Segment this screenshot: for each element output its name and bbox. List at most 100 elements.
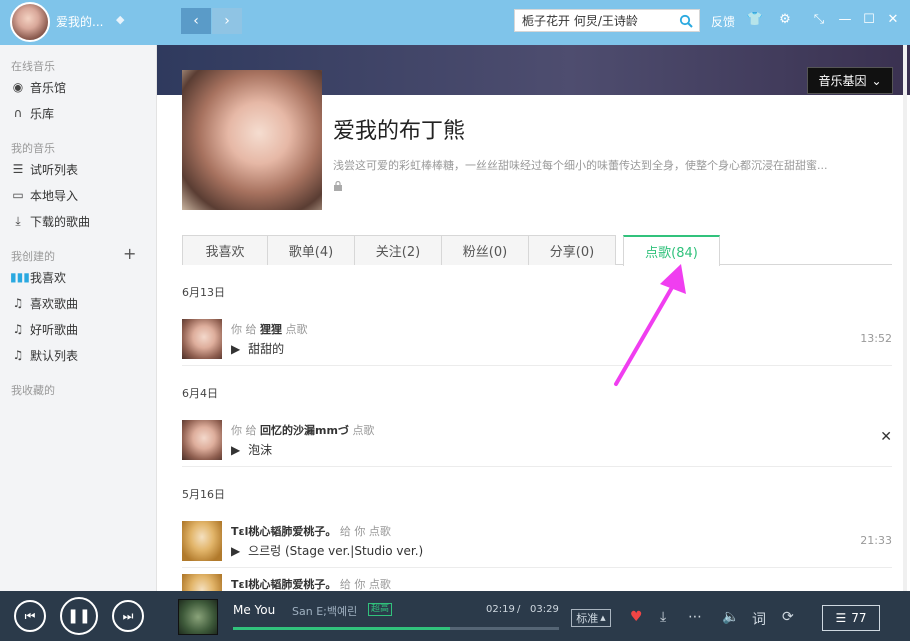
sidebar-item-label: 音乐馆 <box>30 80 67 95</box>
avatar[interactable] <box>182 574 222 591</box>
caret-up-icon: ▲ <box>600 614 606 622</box>
diamond-icon[interactable]: ◆ <box>116 14 128 26</box>
request-sender: 你 <box>231 424 242 437</box>
download-icon[interactable]: ⤓ <box>660 609 666 625</box>
request-recipient[interactable]: 狸狸 <box>260 323 282 336</box>
next-icon: ⏭ <box>122 608 134 623</box>
song-name[interactable]: 으르렁 (Stage ver.|Studio ver.) <box>248 544 423 558</box>
sidebar-item-default-list[interactable]: ♫ 默认列表 <box>10 345 78 365</box>
tab-playlists[interactable]: 歌单(4) <box>267 235 355 265</box>
list-item[interactable]: Tεl桃心韬肺爱桃子。 给 你 点歌 ▶ 으르렁 (Stage ver.|Stu… <box>182 516 892 568</box>
user-avatar[interactable] <box>10 2 50 42</box>
forward-button[interactable]: › <box>212 8 242 34</box>
pause-button[interactable]: ❚❚ <box>60 597 98 635</box>
now-playing-artist[interactable]: San E;백예린 <box>292 603 357 619</box>
quality-select-label: 标准 <box>576 612 599 625</box>
progress-bar[interactable] <box>233 627 559 630</box>
playlist-button[interactable]: ☰ 77 <box>822 605 880 631</box>
tab-following[interactable]: 关注(2) <box>354 235 442 265</box>
tab-fans[interactable]: 粉丝(0) <box>441 235 529 265</box>
gear-icon[interactable]: ⚙ <box>776 11 794 29</box>
close-icon[interactable]: ✕ <box>884 11 902 29</box>
song-row[interactable]: ▶ 으르렁 (Stage ver.|Studio ver.) <box>231 542 423 559</box>
time-separator: / <box>517 604 521 615</box>
chevron-right-icon: › <box>224 13 230 29</box>
note-icon: ♫ <box>12 348 24 362</box>
song-name[interactable]: 泡沫 <box>248 443 272 457</box>
profile-name: 爱我的布丁熊 <box>333 119 466 144</box>
date-label: 6月13日 <box>182 286 225 299</box>
sidebar-item-good-songs[interactable]: ♫ 好听歌曲 <box>10 319 78 339</box>
request-sender[interactable]: Tεl桃心韬肺爱桃子。 <box>231 525 336 538</box>
now-playing-title[interactable]: Me You <box>233 603 275 617</box>
previous-button[interactable]: ⏮ <box>14 600 46 632</box>
request-sender[interactable]: Tεl桃心韬肺爱桃子。 <box>231 578 336 591</box>
sidebar-section-my-music: 我的音乐 <box>11 142 55 155</box>
feedback-link[interactable]: 反馈 <box>711 13 735 30</box>
song-row[interactable]: ▶ 泡沫 <box>231 441 272 458</box>
list-item[interactable]: 你 给 回忆的沙漏mmづ 点歌 ▶ 泡沫 ✕ <box>182 415 892 467</box>
album-cover[interactable] <box>178 599 218 635</box>
avatar[interactable] <box>182 319 222 359</box>
sidebar-item-music-hall[interactable]: ◉ 音乐馆 <box>10 77 66 97</box>
request-info: Tεl桃心韬肺爱桃子。 给 你 点歌 <box>231 523 391 539</box>
tab-label: 粉丝(0) <box>462 245 508 260</box>
tab-my-likes[interactable]: 我喜欢 <box>182 235 268 265</box>
request-verb: 给 <box>245 323 257 336</box>
song-name[interactable]: 甜甜的 <box>248 342 284 356</box>
scrollbar[interactable] <box>902 45 908 591</box>
minimize-icon[interactable]: — <box>836 11 854 29</box>
sidebar-section-online: 在线音乐 <box>11 60 55 73</box>
more-icon[interactable]: ⋯ <box>688 609 702 625</box>
play-icon[interactable]: ▶ <box>231 342 240 356</box>
username[interactable]: 爱我的... <box>56 13 103 30</box>
request-time: 21:33 <box>860 534 892 547</box>
note-icon: ♫ <box>12 296 24 310</box>
loop-icon[interactable]: ⟳ <box>782 609 794 625</box>
play-icon[interactable]: ▶ <box>231 443 240 457</box>
request-verb: 给 <box>339 578 351 591</box>
request-action: 点歌 <box>368 578 391 591</box>
request-recipient[interactable]: 回忆的沙漏mmづ <box>260 424 349 437</box>
song-row[interactable]: ▶ 甜甜的 <box>231 340 284 357</box>
list-item[interactable]: 你 给 狸狸 点歌 ▶ 甜甜的 13:52 <box>182 314 892 366</box>
list-item[interactable]: Tεl桃心韬肺爱桃子。 给 你 点歌 <box>182 569 892 591</box>
next-button[interactable]: ⏭ <box>112 600 144 632</box>
request-time: 13:52 <box>860 332 892 345</box>
sidebar-item-my-likes[interactable]: ▮▮▮ 我喜欢 <box>10 267 66 287</box>
play-icon[interactable]: ▶ <box>231 544 240 558</box>
sidebar-item-label: 乐库 <box>30 106 55 121</box>
sidebar-item-label: 我喜欢 <box>30 270 67 285</box>
avatar[interactable] <box>182 420 222 460</box>
back-button[interactable]: ‹ <box>181 8 211 34</box>
sidebar-item-downloaded[interactable]: ⤓ 下载的歌曲 <box>10 211 90 231</box>
delete-icon[interactable]: ✕ <box>880 429 892 445</box>
sidebar-item-trial-list[interactable]: ☰ 试听列表 <box>10 159 78 179</box>
music-gene-button[interactable]: 音乐基因 ⌄ <box>807 67 893 94</box>
sidebar-item-label: 本地导入 <box>30 188 79 203</box>
request-action: 点歌 <box>285 323 308 336</box>
heart-icon[interactable]: ♥ <box>630 609 643 625</box>
download-icon: ⤓ <box>15 213 21 228</box>
lyrics-icon[interactable]: 词 <box>752 609 766 629</box>
volume-icon[interactable]: 🔈 <box>722 609 739 625</box>
profile-avatar[interactable] <box>182 70 322 210</box>
progress-fill <box>233 627 451 630</box>
sidebar-item-local-import[interactable]: ▭ 本地导入 <box>10 185 78 205</box>
request-action: 点歌 <box>352 424 375 437</box>
maximize-icon[interactable]: ☐ <box>860 11 878 29</box>
sidebar-item-label: 默认列表 <box>30 348 79 363</box>
quality-select[interactable]: 标准 ▲ <box>571 609 611 627</box>
add-playlist-button[interactable]: + <box>123 244 136 263</box>
mini-mode-icon[interactable]: ⤡ <box>810 11 828 29</box>
sidebar: 在线音乐 ◉ 音乐馆 ∩ 乐库 我的音乐 ☰ 试听列表 ▭ 本地导入 ⤓ 下载的… <box>0 45 157 591</box>
avatar[interactable] <box>182 521 222 561</box>
request-info: Tεl桃心韬肺爱桃子。 给 你 点歌 <box>231 576 391 591</box>
search-icon[interactable] <box>679 14 693 28</box>
skin-icon[interactable]: 👕 <box>746 11 764 29</box>
sidebar-item-liked-songs[interactable]: ♫ 喜欢歌曲 <box>10 293 78 313</box>
search-input[interactable] <box>515 10 675 31</box>
tab-label: 点歌(84) <box>645 246 698 261</box>
tab-share[interactable]: 分享(0) <box>528 235 616 265</box>
sidebar-item-library[interactable]: ∩ 乐库 <box>10 103 54 123</box>
